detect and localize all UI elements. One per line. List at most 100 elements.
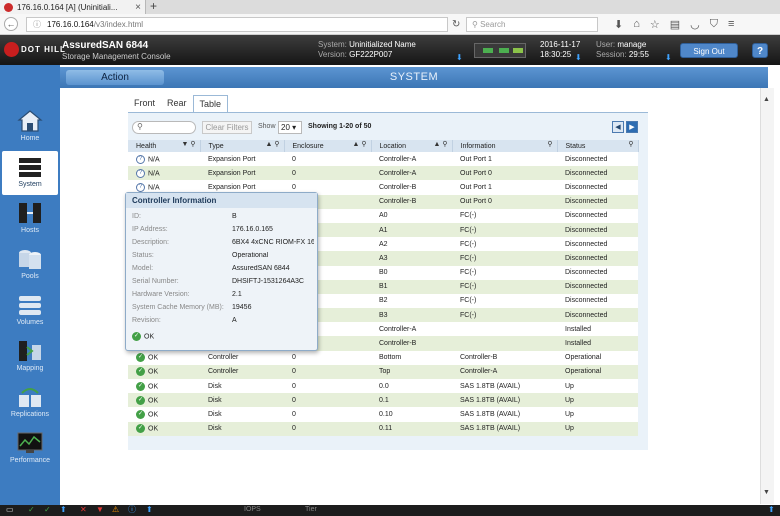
cell-text: Controller-B — [379, 198, 417, 206]
tab-rear[interactable]: Rear — [161, 95, 193, 112]
column-header-health[interactable]: Health ▼ ⚲ — [128, 140, 201, 152]
error-filter-icon[interactable]: ▼ — [96, 506, 106, 514]
cell-text: Disconnected — [565, 269, 608, 277]
close-tab-icon[interactable]: × — [135, 2, 145, 13]
sidebar-item-home[interactable]: Home — [2, 105, 58, 149]
column-header-information[interactable]: Information ⚲ — [452, 140, 558, 152]
system-status-icon[interactable]: ▭ — [6, 506, 16, 514]
table-row[interactable]: ✓ OK Disk 0 0.1 SAS 1.8TB (AVAIL) Up — [128, 393, 638, 408]
table-row[interactable]: ✓ OK Disk 0 0.0 SAS 1.8TB (AVAIL) Up — [128, 379, 638, 394]
bookmark-star-icon[interactable]: ☆ — [650, 18, 660, 31]
cell-health: ✓ OK — [128, 379, 200, 394]
column-header-location[interactable]: Location ▲ ⚲ — [371, 140, 453, 152]
shield-icon[interactable]: ⛉ — [710, 18, 718, 31]
ok-check-icon: ✓ — [136, 409, 145, 419]
browser-toolbar: ← ⓘ 176.16.0.164/v3/index.html ↻ ⚲ Search… — [0, 14, 780, 35]
tab-front[interactable]: Front — [128, 95, 161, 112]
time-status-icon[interactable]: ⬇ — [575, 53, 582, 62]
help-button[interactable]: ? — [752, 43, 768, 58]
table-row[interactable]: ? N/A Expansion Port 0 Controller-A Out Port … — [128, 166, 638, 181]
upload-icon[interactable]: ⬆ — [146, 506, 156, 514]
next-page-icon[interactable]: ▶ — [626, 121, 638, 133]
cell-text: Disconnected — [565, 283, 608, 291]
cell-text: SAS 1.8TB (AVAIL) — [460, 425, 521, 433]
clear-filters-button[interactable]: Clear Filters — [202, 121, 252, 134]
cell-enclosure: 0 — [284, 166, 371, 181]
popup-row: Serial Number: DHSIFTJ-1531264A3C — [132, 278, 314, 290]
cell-status: Up — [557, 421, 638, 436]
ok-check-icon[interactable]: ✓ — [44, 506, 54, 514]
cell-text: Operational — [565, 368, 602, 376]
tab-table[interactable]: Table — [192, 95, 229, 112]
address-bar[interactable]: ⓘ 176.16.0.164/v3/index.html — [26, 17, 448, 32]
reload-icon[interactable]: ↻ — [452, 19, 460, 30]
column-header-type[interactable]: Type ▲ ⚲ — [200, 140, 285, 152]
popup-value: 19456 — [232, 304, 252, 311]
action-button[interactable]: Action — [66, 70, 164, 85]
upload-icon[interactable]: ⬆ — [768, 506, 778, 514]
cell-text: Expansion Port — [208, 155, 256, 163]
table-row[interactable]: ✓ OK Disk 0 0.11 SAS 1.8TB (AVAIL) Up — [128, 421, 638, 436]
table-search-input[interactable]: ⚲ — [132, 121, 196, 134]
sort-filter-icon[interactable]: ▲ ⚲ — [266, 140, 280, 148]
browser-tab[interactable]: 176.16.0.164 [A] (Uninitiali... × — [0, 0, 146, 14]
reading-list-icon[interactable]: ▤ — [670, 18, 680, 31]
upload-icon[interactable]: ⬆ — [60, 506, 70, 514]
scroll-up-icon[interactable]: ▲ — [763, 96, 770, 103]
previous-page-icon[interactable]: ◀ — [612, 121, 624, 133]
ok-check-icon: ✓ — [132, 332, 141, 341]
system-status-icon[interactable]: ⬇ — [456, 53, 463, 62]
table-row[interactable]: ✓ OK Disk 0 0.10 SAS 1.8TB (AVAIL) Up — [128, 407, 638, 422]
cell-text: Out Port 0 — [460, 169, 492, 177]
filter-icon[interactable]: ⚲ — [628, 140, 633, 148]
sidebar-item-system[interactable]: System — [2, 151, 58, 195]
sidebar-item-label: Mapping — [16, 365, 44, 372]
ok-check-icon[interactable]: ✓ — [28, 506, 38, 514]
column-header-status[interactable]: Status ⚲ — [557, 140, 639, 152]
cell-location: A1 — [371, 222, 452, 238]
cell-location: 0.1 — [371, 393, 452, 408]
sidebar-item-mapping[interactable]: Mapping — [2, 335, 58, 379]
page-scrollbar[interactable]: ▲ ▼ — [760, 88, 774, 504]
sidebar-item-hosts[interactable]: Hosts — [2, 197, 58, 241]
user-status-icon[interactable]: ⬇ — [665, 53, 672, 62]
pocket-icon[interactable]: ◡ — [690, 18, 700, 31]
filter-icon[interactable]: ⚲ — [547, 140, 552, 148]
table-row[interactable]: ? N/A Expansion Port 0 Controller-A Out Port … — [128, 152, 638, 167]
cell-text: A2 — [379, 240, 388, 248]
scroll-down-icon[interactable]: ▼ — [763, 489, 770, 496]
sidebar-item-pools[interactable]: Pools — [2, 243, 58, 287]
sidebar-item-performance[interactable]: Performance — [2, 427, 58, 471]
sort-filter-icon[interactable]: ▲ ⚲ — [434, 140, 448, 148]
tier-label: Tier — [305, 506, 317, 513]
home-icon[interactable]: ⌂ — [633, 18, 640, 31]
sign-out-button[interactable]: Sign Out — [680, 43, 738, 58]
cell-location: B0 — [371, 265, 452, 280]
filter-icon[interactable]: ▼ ⚲ — [182, 140, 196, 148]
sidebar-item-replications[interactable]: Replications — [2, 381, 58, 425]
popup-value: AssuredSAN 6844 — [232, 265, 290, 272]
cell-type: Disk — [200, 407, 284, 422]
sort-filter-icon[interactable]: ▲ ⚲ — [353, 140, 367, 148]
enclosure-image[interactable] — [474, 43, 526, 58]
download-icon[interactable]: ⬇ — [614, 18, 623, 31]
column-header-enclosure[interactable]: Enclosure ▲ ⚲ — [284, 140, 372, 152]
chevron-down-icon: ▾ — [292, 123, 297, 132]
info-icon[interactable]: ⓘ — [33, 20, 41, 29]
page-size-select[interactable]: 20 ▾ — [278, 121, 302, 134]
menu-icon[interactable]: ≡ — [728, 18, 734, 31]
cell-location: 0.0 — [371, 379, 452, 394]
cell-text: Controller-A — [379, 325, 417, 333]
popup-key: Description: — [132, 239, 169, 246]
new-tab-icon[interactable]: + — [150, 0, 157, 13]
table-row[interactable]: ✓ OK Controller 0 Bottom Controller-B Operatio… — [128, 350, 638, 365]
cell-text: FC(-) — [460, 226, 477, 234]
table-row[interactable]: ✓ OK Controller 0 Top Controller-A Operational — [128, 364, 638, 379]
info-icon[interactable]: ⓘ — [128, 506, 138, 514]
cell-text: Installed — [565, 340, 592, 348]
sidebar-item-volumes[interactable]: Volumes — [2, 289, 58, 333]
error-x-icon[interactable]: ✕ — [80, 506, 90, 514]
warning-icon[interactable]: ⚠ — [112, 506, 122, 514]
back-icon[interactable]: ← — [4, 17, 18, 31]
browser-search-input[interactable]: ⚲ Search — [466, 17, 598, 32]
